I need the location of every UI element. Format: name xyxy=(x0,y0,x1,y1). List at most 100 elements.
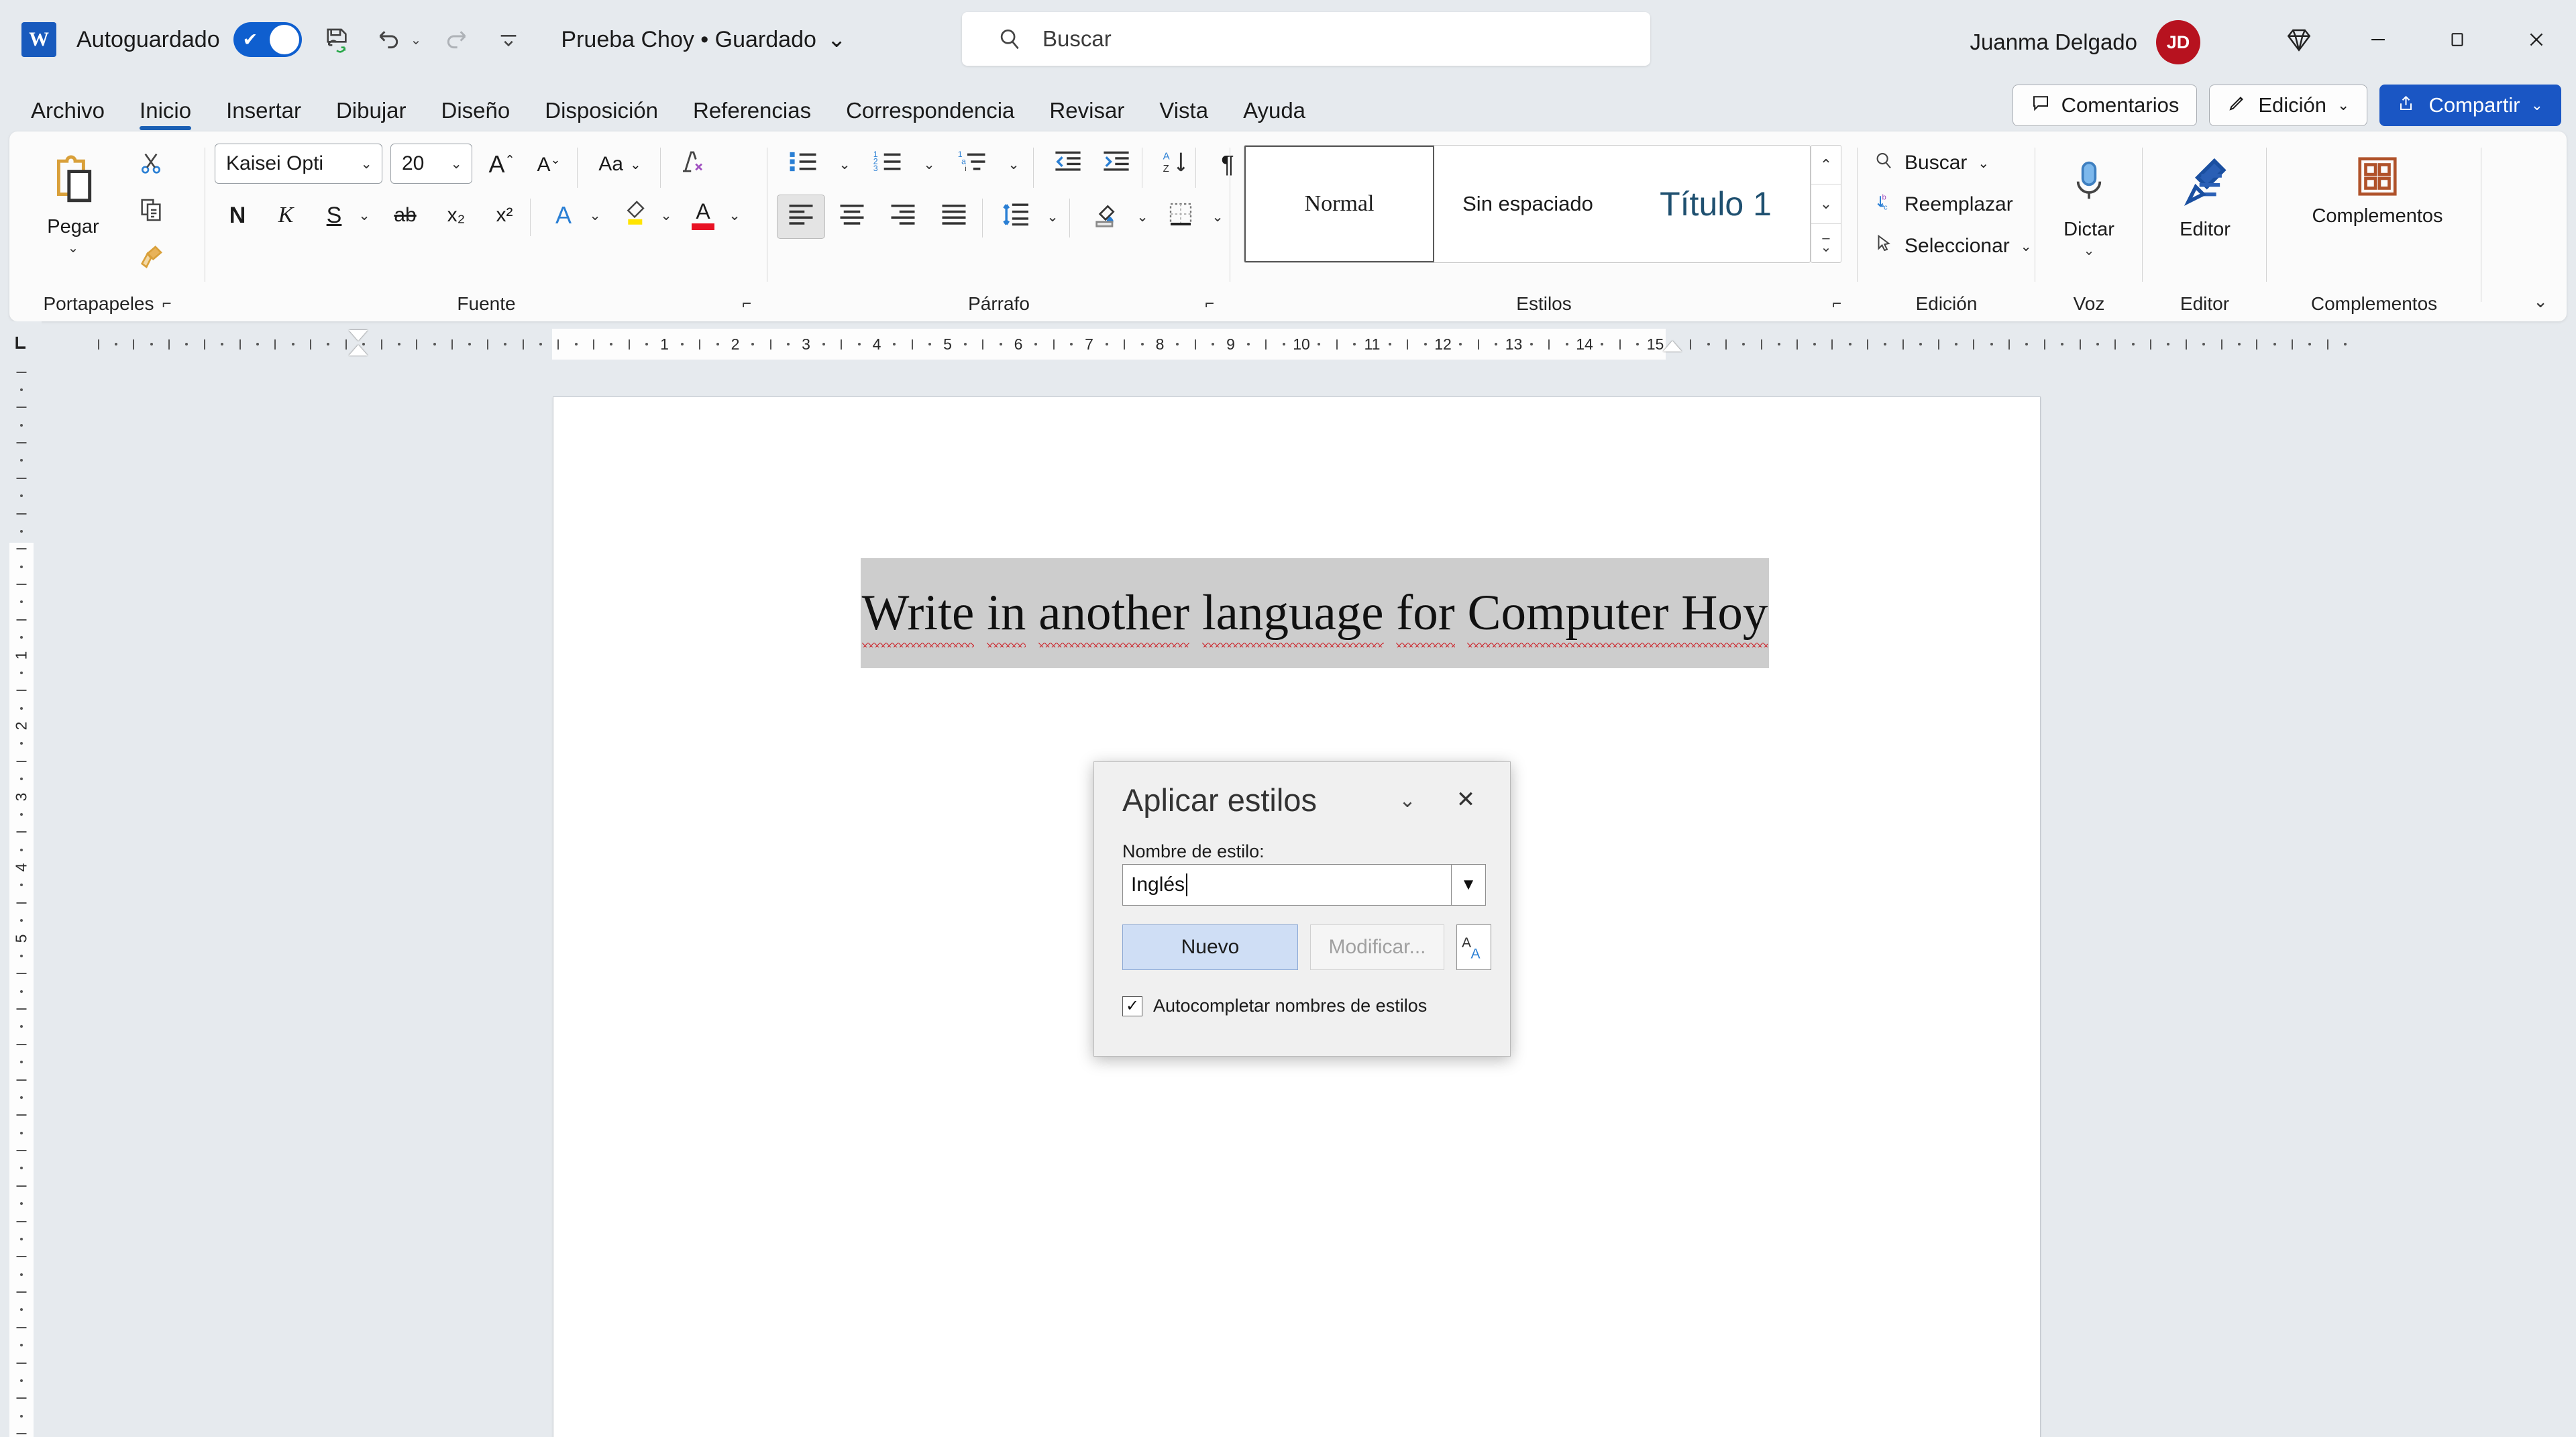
chevron-down-icon[interactable]: ⌄ xyxy=(360,156,372,172)
align-left-button[interactable] xyxy=(777,195,825,239)
undo-icon[interactable] xyxy=(372,22,407,57)
find-button[interactable]: Buscar ⌄ xyxy=(1867,142,1996,184)
save-sync-icon[interactable] xyxy=(319,22,354,57)
styles-gallery[interactable]: Normal Sin espaciado Título 1 xyxy=(1244,145,1811,263)
style-inspector-icon[interactable]: A A xyxy=(1456,924,1491,970)
change-case-button[interactable]: Aa ⌄ xyxy=(588,142,652,187)
hanging-indent-marker[interactable] xyxy=(349,345,368,356)
dialog-launcher-icon[interactable]: ⌐ xyxy=(742,296,751,312)
vertical-ruler[interactable]: 1 2 3 4 5 xyxy=(9,363,34,1437)
strikethrough-button[interactable]: ab xyxy=(381,193,429,237)
numbering-button[interactable]: 1 2 3 xyxy=(861,142,914,187)
styles-more-button[interactable]: – ⌄ xyxy=(1811,223,1841,262)
chevron-down-icon[interactable]: ⌄ xyxy=(1978,155,1989,172)
modify-button[interactable]: Modificar... xyxy=(1310,924,1444,970)
font-color-button[interactable]: A xyxy=(679,193,727,237)
chevron-down-icon[interactable]: ⌄ xyxy=(827,26,847,53)
chevron-down-icon[interactable]: ⌄ xyxy=(352,193,377,237)
horizontal-ruler[interactable]: 1 2 3 4 5 6 7 8 9 10 11 12 13 14 15 xyxy=(42,329,2576,360)
decrease-indent-button[interactable] xyxy=(1044,142,1092,187)
shading-button[interactable] xyxy=(1081,195,1130,239)
tab-disposicion[interactable]: Disposición xyxy=(527,90,676,131)
tab-insertar[interactable]: Insertar xyxy=(209,90,319,131)
share-button[interactable]: Compartir ⌄ xyxy=(2379,85,2561,126)
clear-formatting-button[interactable] xyxy=(668,142,716,187)
apply-styles-dialog[interactable]: Aplicar estilos ⌄ ✕ Nombre de estilo: In… xyxy=(1093,761,1511,1057)
right-indent-marker[interactable] xyxy=(1663,341,1682,352)
styles-gallery-scroll[interactable]: ⌃ ⌄ – ⌄ xyxy=(1811,145,1841,263)
style-item-normal[interactable]: Normal xyxy=(1244,146,1434,262)
document-title[interactable]: Prueba Choy • Guardado ⌄ xyxy=(561,26,846,53)
editor-button[interactable]: Editor xyxy=(2148,144,2262,278)
tab-diseno[interactable]: Diseño xyxy=(424,90,528,131)
paste-button[interactable]: Pegar ⌄ xyxy=(31,144,115,278)
redo-icon[interactable] xyxy=(439,22,474,57)
chevron-down-icon[interactable]: ⌄ xyxy=(2531,97,2543,114)
line-spacing-button[interactable] xyxy=(991,195,1040,239)
undo-caret-icon[interactable]: ⌄ xyxy=(411,32,422,48)
document-text[interactable]: Write in another language for Computer H… xyxy=(860,558,1770,668)
tab-vista[interactable]: Vista xyxy=(1142,90,1226,131)
chevron-down-icon[interactable]: ⌄ xyxy=(630,156,641,173)
subscript-button[interactable]: x₂ xyxy=(432,193,480,237)
align-center-button[interactable] xyxy=(828,195,876,239)
justify-button[interactable] xyxy=(930,195,978,239)
editing-mode-button[interactable]: Edición ⌄ xyxy=(2209,85,2368,126)
chevron-down-icon[interactable]: ⌄ xyxy=(582,193,608,237)
tab-inicio[interactable]: Inicio xyxy=(122,90,209,131)
search-input[interactable]: Buscar xyxy=(962,12,1650,66)
bold-button[interactable]: N xyxy=(213,193,262,237)
document-paragraph[interactable]: Write in another language for Computer H… xyxy=(761,558,1868,668)
tab-revisar[interactable]: Revisar xyxy=(1032,90,1142,131)
chevron-down-icon[interactable]: ⌄ xyxy=(2084,242,2095,259)
copy-button[interactable] xyxy=(129,189,173,231)
italic-button[interactable]: K xyxy=(262,193,310,237)
cut-button[interactable] xyxy=(129,142,173,184)
customize-quick-access-icon[interactable] xyxy=(491,22,526,57)
autocomplete-checkbox[interactable]: ✓ Autocompletar nombres de estilos xyxy=(1122,996,1427,1016)
collapse-ribbon-button[interactable]: ⌄ xyxy=(2524,286,2557,317)
text-effects-button[interactable]: A xyxy=(539,193,588,237)
chevron-down-icon[interactable]: ⌄ xyxy=(832,142,857,187)
chevron-down-icon[interactable]: ⌄ xyxy=(1389,785,1426,816)
chevron-down-icon[interactable]: ⌄ xyxy=(68,239,79,256)
account-area[interactable]: Juanma Delgado JD xyxy=(1970,20,2200,64)
comments-button[interactable]: Comentarios xyxy=(2012,85,2198,126)
chevron-down-icon[interactable]: ⌄ xyxy=(2021,238,2032,255)
bullets-button[interactable] xyxy=(777,142,829,187)
format-painter-button[interactable] xyxy=(129,236,173,278)
chevron-down-icon[interactable]: ⌄ xyxy=(1040,195,1065,239)
checkbox-box[interactable]: ✓ xyxy=(1122,996,1142,1016)
tab-referencias[interactable]: Referencias xyxy=(676,90,828,131)
avatar[interactable]: JD xyxy=(2156,20,2200,64)
dialog-launcher-icon[interactable]: ⌐ xyxy=(1205,296,1214,312)
addins-button[interactable]: Complementos xyxy=(2307,144,2448,278)
align-right-button[interactable] xyxy=(879,195,927,239)
chevron-down-icon[interactable]: ⌄ xyxy=(1130,195,1155,239)
chevron-down-icon[interactable]: ⌄ xyxy=(1205,195,1230,239)
multilevel-list-button[interactable]: 1 a i xyxy=(946,142,998,187)
font-name-combo[interactable]: Kaisei Opti ⌄ xyxy=(215,144,382,184)
tab-correspondencia[interactable]: Correspondencia xyxy=(828,90,1032,131)
increase-indent-button[interactable] xyxy=(1092,142,1140,187)
style-item-sin-espaciado[interactable]: Sin espaciado xyxy=(1434,146,1622,262)
chevron-down-icon[interactable]: ⌄ xyxy=(653,193,679,237)
select-button[interactable]: Seleccionar ⌄ xyxy=(1867,225,2039,267)
style-name-input[interactable]: Inglés xyxy=(1122,864,1451,906)
borders-button[interactable] xyxy=(1157,195,1205,239)
autosave-toggle[interactable]: ✔ xyxy=(233,22,302,57)
new-button[interactable]: Nuevo xyxy=(1122,924,1298,970)
replace-button[interactable]: b c Reemplazar xyxy=(1867,184,2020,225)
tab-ayuda[interactable]: Ayuda xyxy=(1226,90,1323,131)
tab-stop-left-icon[interactable] xyxy=(0,321,42,363)
diamond-icon[interactable] xyxy=(2259,0,2339,79)
maximize-button[interactable] xyxy=(2418,0,2497,79)
close-button[interactable] xyxy=(2497,0,2576,79)
chevron-down-icon[interactable]: ⌄ xyxy=(916,142,942,187)
chevron-down-icon[interactable]: ⌄ xyxy=(450,156,462,172)
chevron-down-icon[interactable]: ⌄ xyxy=(2337,97,2349,114)
chevron-down-icon[interactable]: ⌄ xyxy=(722,193,747,237)
style-name-dropdown-button[interactable]: ▼ xyxy=(1451,864,1486,906)
dialog-launcher-icon[interactable]: ⌐ xyxy=(162,296,172,312)
tab-dibujar[interactable]: Dibujar xyxy=(319,90,424,131)
